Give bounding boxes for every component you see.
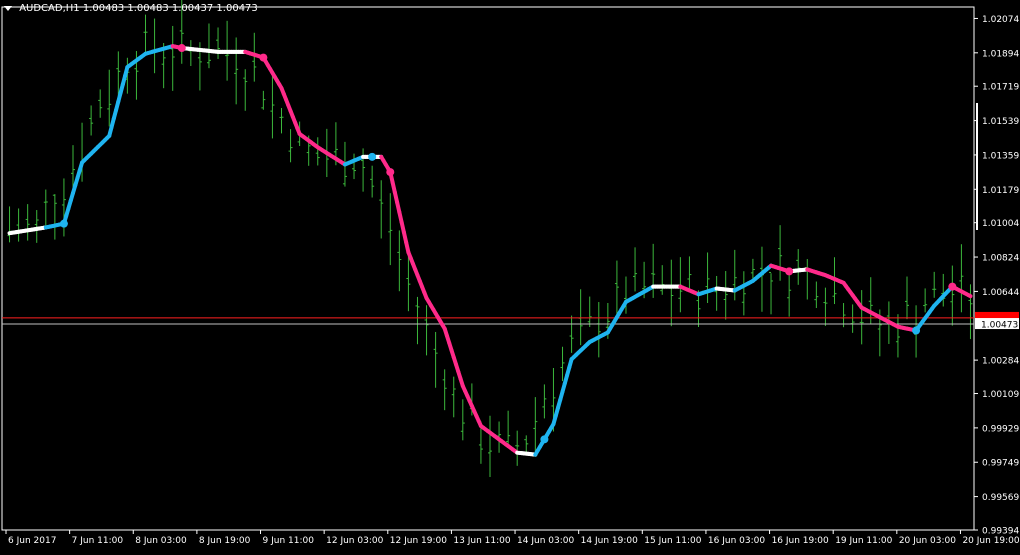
y-tick-label: 1.01179 xyxy=(982,186,1019,196)
y-tick-label: 1.01359 xyxy=(982,151,1019,161)
plot-frame xyxy=(2,7,974,530)
x-tick-label: 20 Jun 03:00 xyxy=(899,536,956,546)
x-tick-label: 20 Jun 19:00 xyxy=(962,536,1019,546)
ohlc-values: 1.00483 1.00483 1.00437 1.00473 xyxy=(83,3,258,14)
chart-header: AUDCAD,H1 1.00483 1.00483 1.00437 1.0047… xyxy=(4,3,258,14)
y-tick-label: 0.99749 xyxy=(982,459,1019,469)
x-tick-label: 8 Jun 19:00 xyxy=(199,536,251,546)
y-tick-label: 0.99929 xyxy=(982,424,1019,434)
x-tick-label: 16 Jun 19:00 xyxy=(772,536,829,546)
signal-dot xyxy=(178,44,186,52)
x-tick-label: 14 Jun 19:00 xyxy=(581,536,638,546)
signal-dot xyxy=(912,327,920,335)
x-tick-label: 12 Jun 03:00 xyxy=(326,536,383,546)
x-tick-label: 14 Jun 03:00 xyxy=(517,536,574,546)
y-tick-label: 1.00644 xyxy=(982,288,1019,298)
signal-dot xyxy=(785,267,793,275)
y-tick-label: 1.00284 xyxy=(982,357,1019,367)
dropdown-triangle-icon[interactable] xyxy=(4,6,12,11)
x-tick-label: 6 Jun 2017 xyxy=(8,536,56,546)
signal-dot xyxy=(368,153,376,161)
signal-dot xyxy=(60,220,68,228)
y-tick-label: 1.00824 xyxy=(982,254,1019,264)
x-tick-label: 16 Jun 03:00 xyxy=(708,536,765,546)
signal-dot xyxy=(540,435,548,443)
y-tick-label: 1.01539 xyxy=(982,117,1019,127)
signal-dot xyxy=(386,168,394,176)
x-tick-label: 9 Jun 11:00 xyxy=(263,536,315,546)
price-chart-svg[interactable]: 1.02074 1.01894 1.01719 1.01539 1.01359 1.011… xyxy=(0,0,1020,551)
y-tick-label: 1.00109 xyxy=(982,390,1019,400)
x-tick-label: 19 Jun 11:00 xyxy=(835,536,892,546)
symbol-timeframe: AUDCAD,H1 xyxy=(19,3,79,14)
y-tick-label: 0.99394 xyxy=(982,527,1019,537)
y-tick-label: 1.01004 xyxy=(982,219,1019,229)
chart-area[interactable]: AUDCAD,H1 1.00483 1.00483 1.00437 1.0047… xyxy=(0,0,1020,551)
signal-dot xyxy=(259,54,267,62)
current-price-label: 1.00473 xyxy=(981,321,1018,331)
x-tick-label: 15 Jun 11:00 xyxy=(644,536,701,546)
x-tick-label: 12 Jun 19:00 xyxy=(390,536,447,546)
y-tick-label: 1.02074 xyxy=(982,15,1019,25)
y-tick-label: 1.01894 xyxy=(982,49,1019,59)
signal-dot xyxy=(948,283,956,291)
x-tick-label: 8 Jun 03:00 xyxy=(135,536,187,546)
y-tick-label: 1.01719 xyxy=(982,83,1019,93)
x-tick-label: 7 Jun 11:00 xyxy=(72,536,124,546)
ma-segment xyxy=(968,295,970,296)
x-tick-label: 13 Jun 11:00 xyxy=(453,536,510,546)
y-tick-label: 0.99569 xyxy=(982,493,1019,503)
